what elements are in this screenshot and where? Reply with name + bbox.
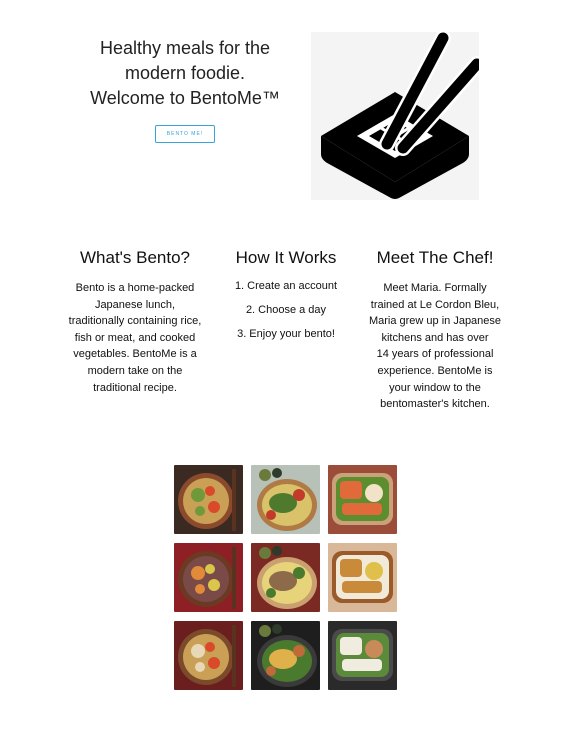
step-item: 1. Create an account [234, 280, 338, 292]
bento-photo-3 [328, 465, 397, 534]
body-line: 14 years of professional [376, 348, 494, 361]
step-item: 2. Choose a day [245, 304, 327, 316]
bento-photo-2 [251, 465, 320, 534]
body-line: Japanese lunch, [94, 298, 176, 311]
bento-me-button[interactable]: BENTO ME! [155, 125, 215, 143]
bento-photo-4 [174, 543, 243, 612]
photo-gallery [174, 465, 398, 690]
hero-title-line: Welcome to BentoMe™ [90, 88, 280, 108]
hero-title-line: Healthy meals for the [99, 38, 271, 58]
section-whats-bento: What's Bento? Bento is a home-packed Jap… [64, 247, 206, 396]
bento-logo [311, 32, 479, 200]
bento-photo-8 [251, 621, 320, 690]
steps-list: 1. Create an account 2. Choose a day 3. … [222, 280, 350, 341]
body-line: trained at Le Cordon Bleu, [370, 298, 500, 311]
section-heading: Meet The Chef! [376, 248, 494, 267]
body-line: experience. BentoMe is [377, 364, 493, 377]
section-body: Meet Maria. Formally trained at Le Cordo… [362, 280, 508, 413]
step-item: 3. Enjoy your bento! [237, 328, 335, 340]
hero-title-line: modern foodie. [124, 63, 246, 83]
body-line: Maria grew up in Japanese [368, 315, 502, 328]
body-line: traditional recipe. [93, 381, 177, 394]
section-heading: How It Works [235, 248, 337, 267]
section-meet-the-chef: Meet The Chef! Meet Maria. Formally trai… [362, 247, 508, 413]
body-line: vegetables. BentoMe is a [73, 348, 197, 361]
body-line: bentomaster's kitchen. [380, 398, 490, 411]
bento-photo-7 [174, 621, 243, 690]
hero: Healthy meals for the modern foodie. Wel… [72, 36, 298, 143]
bento-photo-9 [328, 621, 397, 690]
body-line: modern take on the [87, 364, 183, 377]
bento-photo-1 [174, 465, 243, 534]
body-line: Meet Maria. Formally [383, 282, 487, 294]
section-how-it-works: How It Works 1. Create an account 2. Cho… [222, 247, 350, 352]
hero-title: Healthy meals for the modern foodie. Wel… [72, 36, 298, 111]
body-line: kitchens and has over [381, 331, 489, 344]
body-line: Bento is a home-packed [75, 282, 195, 294]
bento-photo-5 [251, 543, 320, 612]
body-line: your window to the [389, 381, 481, 394]
section-body: Bento is a home-packed Japanese lunch, t… [64, 280, 206, 396]
bento-photo-6 [328, 543, 397, 612]
bento-box-with-chopsticks-icon [321, 32, 479, 199]
body-line: traditionally containing rice, [68, 315, 202, 328]
body-line: fish or meat, and cooked [74, 331, 196, 344]
section-heading: What's Bento? [79, 248, 191, 267]
